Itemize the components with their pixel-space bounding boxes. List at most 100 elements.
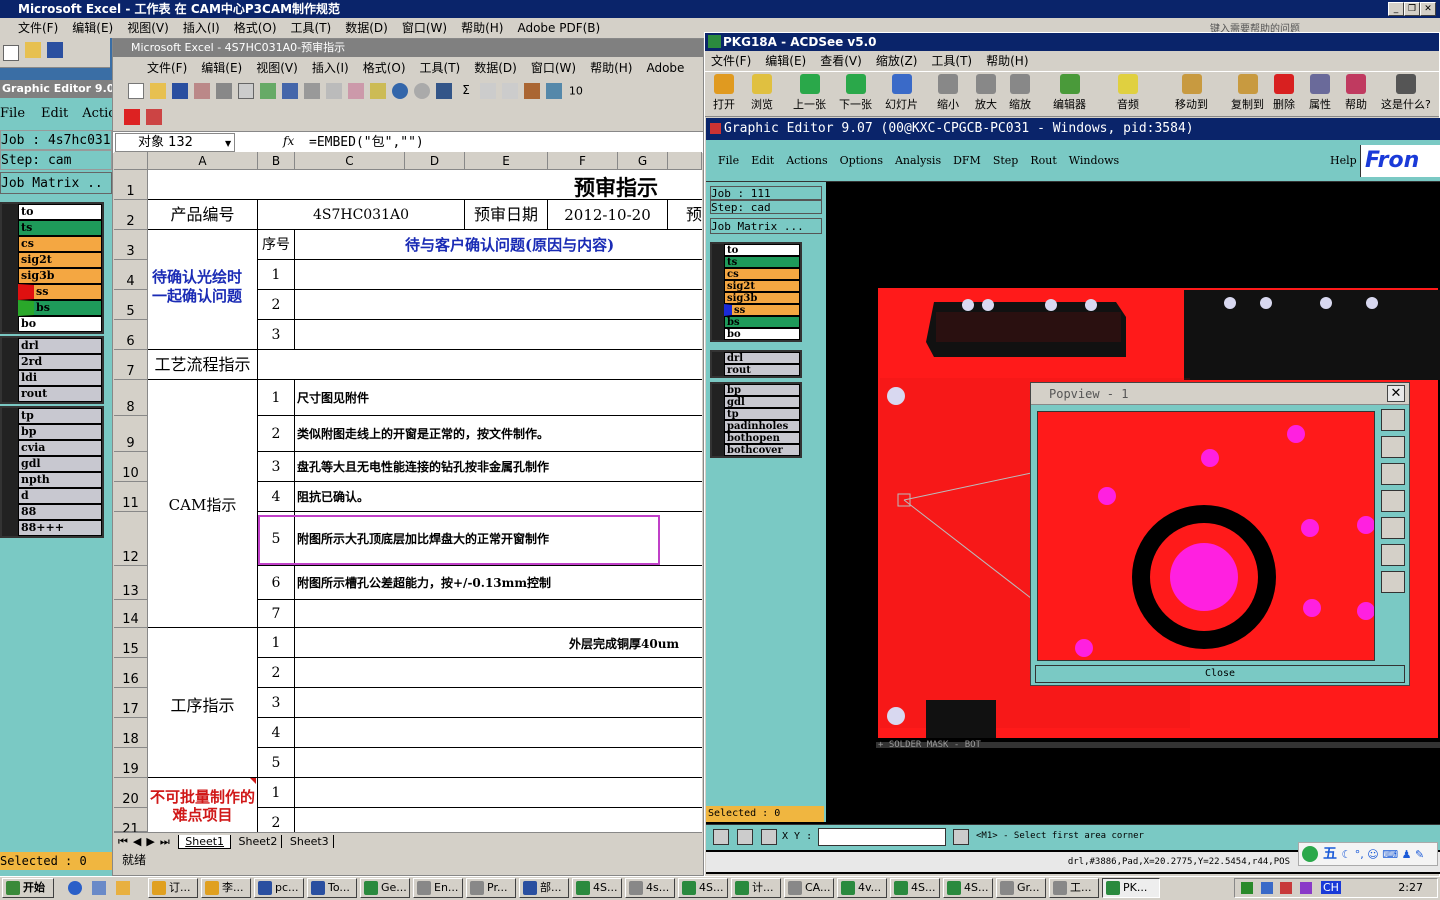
- preview-icon[interactable]: [238, 83, 254, 99]
- tab-sheet3[interactable]: Sheet3: [285, 835, 334, 848]
- cell-cam-seq-7[interactable]: 7: [258, 600, 295, 628]
- autosum-icon[interactable]: Σ: [458, 83, 474, 99]
- cell-cam-item-2[interactable]: 类似附图走线上的开窗是正常的，按文件制作。: [295, 416, 702, 452]
- ge-layer-sig2t-3[interactable]: sig2t: [724, 280, 800, 292]
- ge-layer-sig3b-4[interactable]: sig3b: [724, 292, 800, 304]
- cell-issue-1[interactable]: [295, 260, 702, 290]
- tab-sheet1[interactable]: Sheet1: [178, 835, 232, 849]
- redo-icon[interactable]: [414, 83, 430, 99]
- sort-desc-icon[interactable]: [502, 83, 518, 99]
- xy-input[interactable]: [818, 828, 946, 846]
- excel-menu-tools[interactable]: 工具(T): [420, 61, 461, 75]
- chart-icon[interactable]: [524, 83, 540, 99]
- taskbar-item-16[interactable]: Gr...: [996, 878, 1046, 898]
- excel-menu-adobe[interactable]: Adobe: [646, 61, 684, 75]
- cell-cam-seq-4[interactable]: 4: [258, 482, 295, 512]
- cell-cam-seq-6[interactable]: 6: [258, 566, 295, 600]
- ge-menu-help[interactable]: Help: [1330, 140, 1357, 182]
- cell-date-more[interactable]: 预: [668, 200, 702, 230]
- ge-left-layer-ss-5[interactable]: ss: [18, 284, 102, 300]
- ge-layer-bothcover-5[interactable]: bothcover: [724, 444, 800, 456]
- cell-product-label[interactable]: 产品编号: [148, 200, 258, 230]
- ge-left-job-matrix[interactable]: Job Matrix ..: [0, 172, 112, 194]
- ge-left-layer-tp-0[interactable]: tp: [18, 408, 102, 424]
- row-header-15[interactable]: 15: [114, 628, 148, 658]
- cell-proc-item-4[interactable]: [295, 718, 702, 748]
- excel-menu-data[interactable]: 数据(D): [474, 61, 517, 75]
- acdsee-menu-view[interactable]: 查看(V): [820, 54, 862, 68]
- row-header-3[interactable]: 3: [114, 230, 148, 260]
- cell-cam-item-4[interactable]: 阻抗已确认。: [295, 482, 702, 512]
- acdsee-tool-4[interactable]: 幻灯片: [885, 74, 918, 112]
- taskbar-item-7[interactable]: 部...: [519, 878, 569, 898]
- ge-left-layer-bo-7[interactable]: bo: [18, 316, 102, 332]
- acdsee-menu-help[interactable]: 帮助(H): [986, 54, 1028, 68]
- ge-left-layer-bs-6[interactable]: bs: [18, 300, 102, 316]
- ge-layer-cs-2[interactable]: cs: [724, 268, 800, 280]
- cell-hard-1-value[interactable]: [295, 778, 702, 808]
- ge-left-layer-2rd-1[interactable]: 2rd: [18, 354, 102, 370]
- row-header-8[interactable]: 8: [114, 380, 148, 416]
- ge-layer-ts-1[interactable]: ts: [724, 256, 800, 268]
- col-header-e[interactable]: E: [465, 152, 548, 170]
- cell-seq1-1[interactable]: 1: [258, 260, 295, 290]
- acdsee-tool-1[interactable]: 浏览: [751, 74, 773, 112]
- cell-cam-seq-3[interactable]: 3: [258, 452, 295, 482]
- acdsee-tool-5[interactable]: 缩小: [937, 74, 959, 112]
- ge-menu-actions[interactable]: Actions: [786, 154, 827, 167]
- new-icon[interactable]: [128, 83, 144, 99]
- cell-proc-seq-5[interactable]: 5: [258, 748, 295, 778]
- ge-left-layer-gdl-3[interactable]: gdl: [18, 456, 102, 472]
- tray-app-icon[interactable]: [1241, 882, 1253, 894]
- quicklaunch-ie-icon[interactable]: [68, 881, 82, 895]
- row-header-2[interactable]: 2: [114, 200, 148, 230]
- ge-left-layer-ts-1[interactable]: ts: [18, 220, 102, 236]
- cell-date-label[interactable]: 预审日期: [465, 200, 548, 230]
- save-icon[interactable]: [172, 83, 188, 99]
- ge-layer-bo-7[interactable]: bo: [724, 328, 800, 340]
- ge-layer-to-0[interactable]: to: [724, 244, 800, 256]
- col-header-b[interactable]: B: [258, 152, 295, 170]
- zoom-value[interactable]: 10: [569, 85, 583, 98]
- col-header-d[interactable]: D: [405, 152, 465, 170]
- ge-left-layer-rout-3[interactable]: rout: [18, 386, 102, 402]
- ge-menu-dfm[interactable]: DFM: [953, 154, 981, 167]
- drawing-icon[interactable]: [546, 83, 562, 99]
- popview-up-icon[interactable]: [1381, 436, 1405, 458]
- row-header-13[interactable]: 13: [114, 566, 148, 600]
- ge-left-layer-drl-0[interactable]: drl: [18, 338, 102, 354]
- sheet-grid[interactable]: 预审指示 产品编号 4S7HC031A0 预审日期 2012-10-20 预 待…: [148, 170, 702, 832]
- minimize-button[interactable]: _: [1388, 2, 1404, 16]
- cell-proc-item-5[interactable]: [295, 748, 702, 778]
- taskbar-item-11[interactable]: 计...: [731, 878, 781, 898]
- format-painter-icon[interactable]: [370, 83, 386, 99]
- excel-menu-view[interactable]: 视图(V): [256, 61, 298, 75]
- ge-menu-edit[interactable]: Edit: [751, 154, 774, 167]
- row-header-20[interactable]: 20: [114, 778, 148, 808]
- cell-cam-item-3[interactable]: 盘孔等大且无电性能连接的钻孔按非金属孔制作: [295, 452, 702, 482]
- ge-layer-rout-1[interactable]: rout: [724, 364, 800, 376]
- ge-menu-step[interactable]: Step: [993, 154, 1019, 167]
- ge-left-layer-sig3b-4[interactable]: sig3b: [18, 268, 102, 284]
- cell-proc-label[interactable]: 工序指示: [148, 628, 258, 778]
- row-header-1[interactable]: 1: [114, 170, 148, 200]
- popview-close-button[interactable]: Close: [1035, 665, 1405, 683]
- pdf-convert-icon[interactable]: [124, 109, 140, 125]
- acdsee-menu-file[interactable]: 文件(F): [711, 54, 751, 68]
- quicklaunch-desktop-icon[interactable]: [92, 881, 106, 895]
- acdsee-menu-tools[interactable]: 工具(T): [931, 54, 972, 68]
- cell-confirm-label[interactable]: 待确认光绘时一起确认问题: [148, 230, 258, 350]
- ime-tools-icon[interactable]: ☾ °, ☺ ⌨ ♟ ✎: [1341, 848, 1424, 861]
- ge-left-layer-88-7[interactable]: 88+++: [18, 520, 102, 536]
- acdsee-tool-7[interactable]: 缩放: [1009, 74, 1031, 112]
- ge-layer-drl-0[interactable]: drl: [724, 352, 800, 364]
- cell-proc-seq-3[interactable]: 3: [258, 688, 295, 718]
- open-icon[interactable]: [150, 83, 166, 99]
- row-header-19[interactable]: 19: [114, 748, 148, 778]
- acdsee-tool-11[interactable]: 复制到: [1231, 74, 1264, 112]
- ge-layer-bp-0[interactable]: bp: [724, 384, 800, 396]
- ime-mode[interactable]: 五: [1323, 846, 1337, 862]
- popview-left-icon[interactable]: [1381, 490, 1405, 512]
- menu-insert[interactable]: 插入(I): [183, 21, 220, 35]
- ge-left-layer-ldi-2[interactable]: ldi: [18, 370, 102, 386]
